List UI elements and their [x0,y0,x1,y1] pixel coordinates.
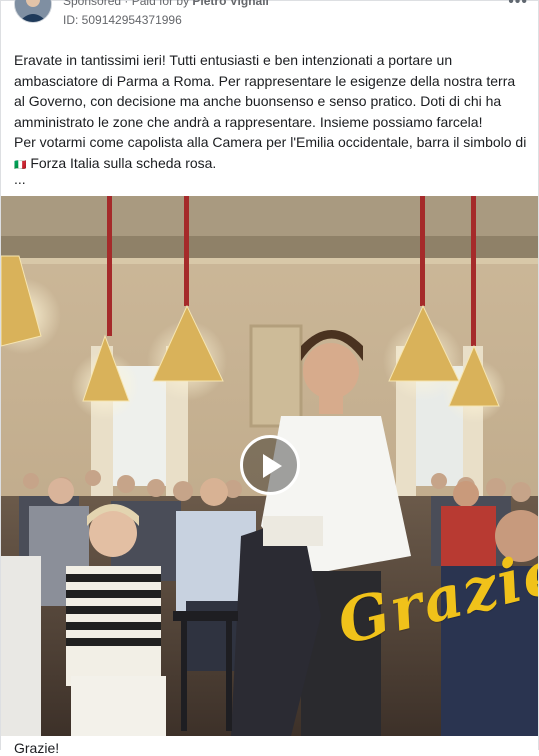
more-options-icon[interactable]: ••• [508,0,528,11]
video-caption: Grazie! [14,740,60,756]
sponsored-label: Sponsored [63,0,122,8]
post-paragraph-text: Per votarmi come capolista alla Camera p… [14,134,527,150]
see-more-ellipsis[interactable]: ... [14,171,26,187]
post-header: Sponsored · Paid for by Pietro Vignali I… [1,0,538,39]
ad-id: ID: 509142954371996 [63,13,182,27]
paid-for-prefix: · Paid for by [124,0,193,8]
italy-flag-icon: 🇮🇹 [14,159,27,171]
payer-name[interactable]: Pietro Vignali [192,0,268,8]
play-button[interactable] [240,435,300,495]
avatar[interactable] [14,0,52,23]
play-icon [263,454,282,478]
post-text: Eravate in tantissimi ieri! Tutti entusi… [14,50,529,176]
post-paragraph: Per votarmi come capolista alla Camera p… [14,132,529,176]
post-paragraph: Eravate in tantissimi ieri! Tutti entusi… [14,52,516,130]
sponsored-line: Sponsored · Paid for by Pietro Vignali [63,0,269,8]
ad-card: Sponsored · Paid for by Pietro Vignali I… [0,0,539,756]
post-paragraph-text: Forza Italia sulla scheda rosa. [30,154,217,171]
